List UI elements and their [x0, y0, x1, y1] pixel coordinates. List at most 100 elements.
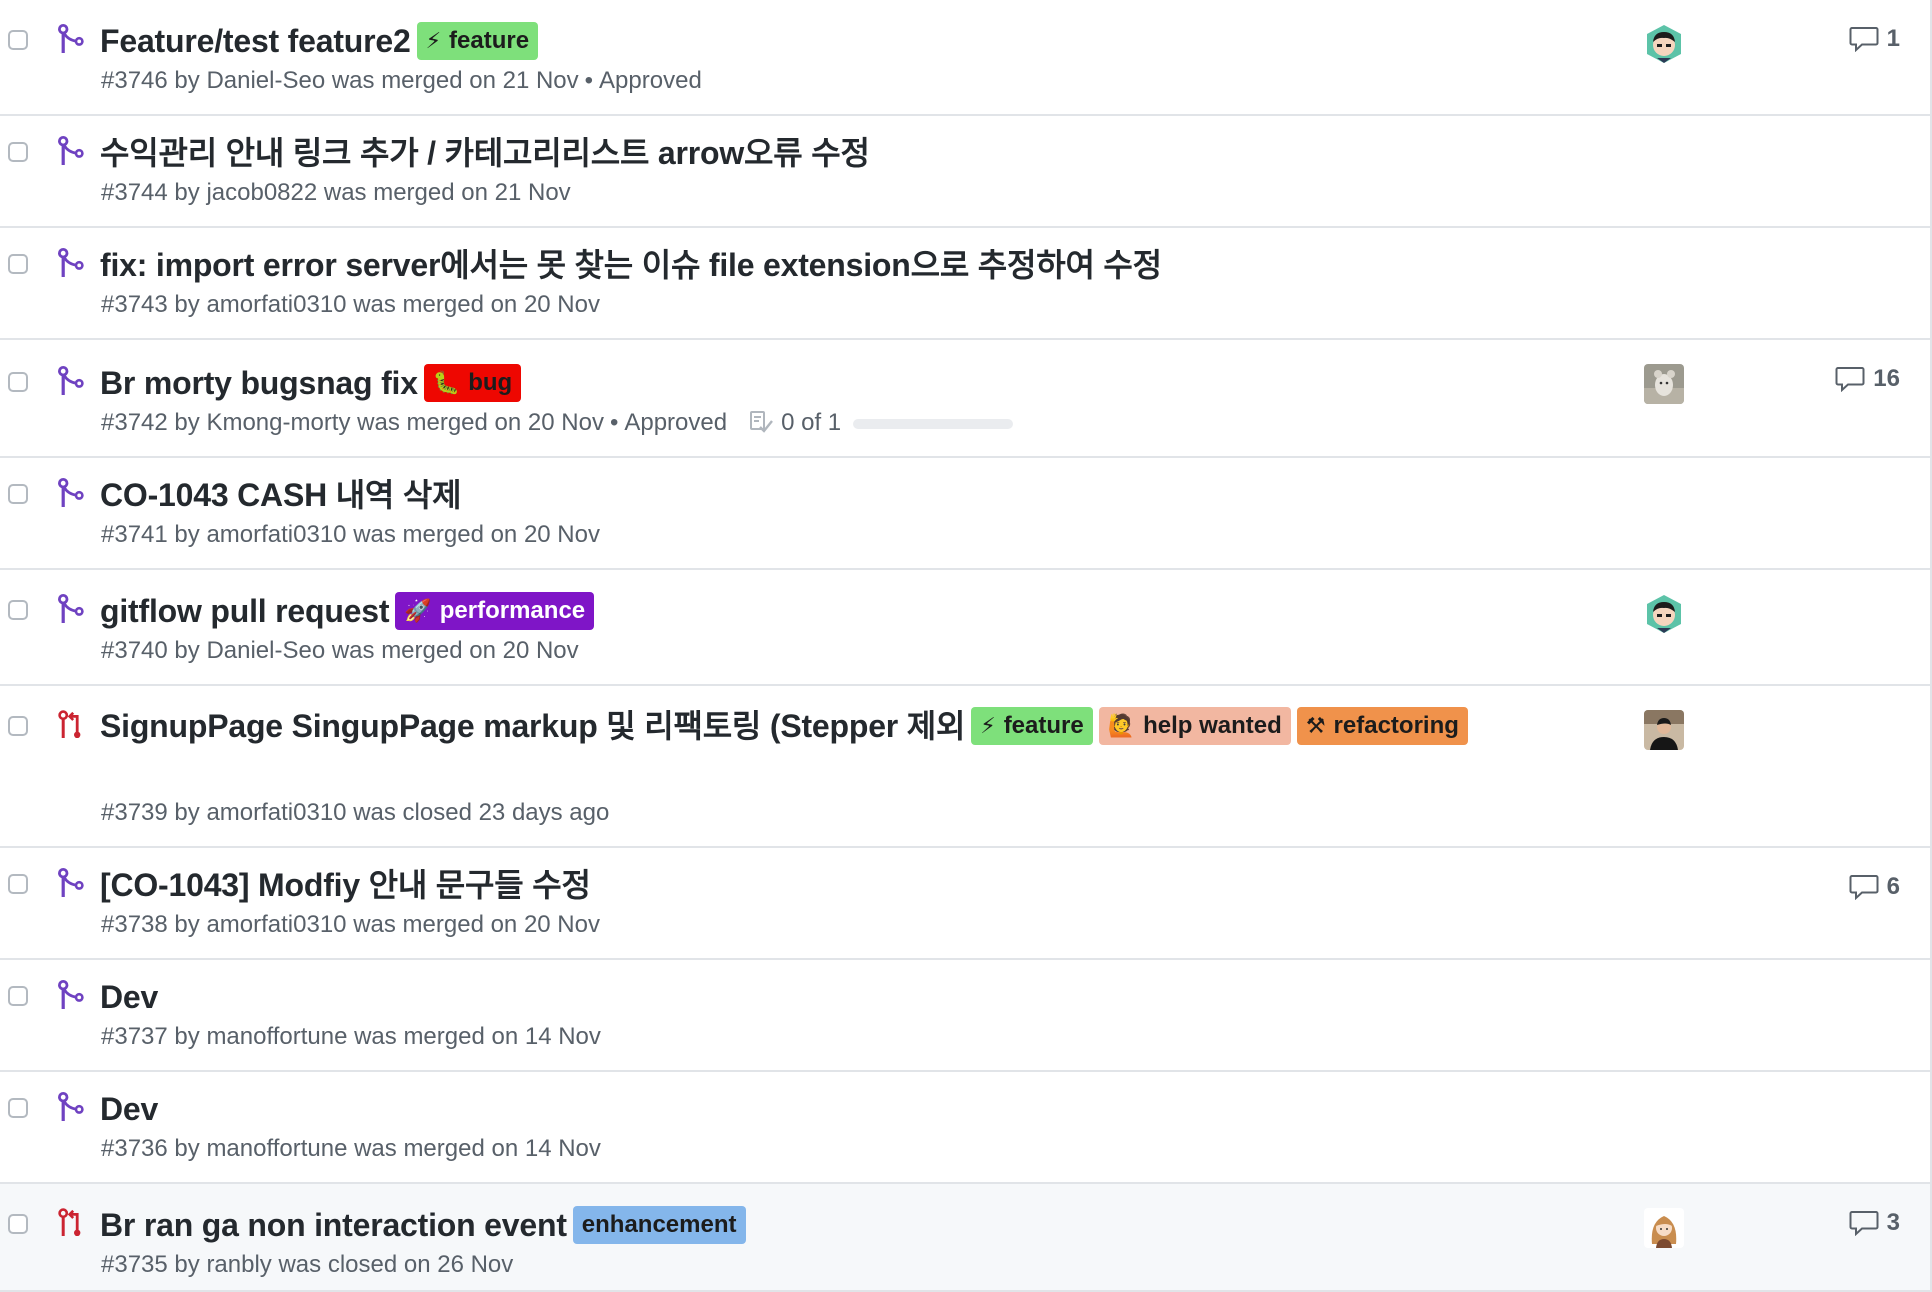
pull-request-title[interactable]: fix: import error server에서는 못 찾는 이슈 file…: [100, 247, 1162, 283]
select-checkbox[interactable]: [8, 600, 28, 620]
label-badge[interactable]: 🐛 bug: [423, 364, 522, 402]
pull-request-meta: by amorfati0310 was closed 23 days ago: [174, 799, 610, 826]
git-merge-icon: [57, 1091, 84, 1122]
pull-request-title[interactable]: SignupPage SingupPage markup 및 리팩토링 (Ste…: [100, 708, 965, 744]
pull-request-row[interactable]: Br morty bugsnag fix 🐛 bug #3742 by Kmong-m…: [0, 340, 1930, 458]
git-merge-icon: [57, 593, 84, 624]
pull-request-number: #3746: [101, 67, 168, 94]
pull-request-meta: by ranbly was closed on 26 Nov: [174, 1251, 514, 1278]
pull-request-row[interactable]: 수익관리 안내 링크 추가 / 카테고리리스트 arrow오류 수정 #3744 …: [0, 116, 1930, 228]
label-name: enhancement: [581, 1211, 737, 1238]
assignee-avatar[interactable]: [1644, 364, 1684, 404]
pull-request-title[interactable]: Dev: [100, 1091, 158, 1127]
pull-request-title[interactable]: [CO-1043] Modfiy 안내 문구들 수정: [100, 867, 591, 903]
label-emoji-icon: 🙋: [1107, 713, 1136, 738]
pull-request-number: #3739: [101, 799, 168, 826]
pull-request-row[interactable]: Dev #3736 by manoffortune was merged on 1…: [0, 1072, 1930, 1184]
comments-link[interactable]: 3: [1849, 1208, 1900, 1238]
pull-request-list: Feature/test feature2 ⚡ feature #3746 by Da…: [0, 0, 1932, 1292]
pull-request-meta: by manoffortune was merged on 14 Nov: [174, 1135, 601, 1162]
pull-request-number: #3736: [101, 1135, 168, 1162]
git-pull-request-closed-icon: [58, 710, 84, 740]
comment-count: 1: [1886, 25, 1900, 52]
comment-count: 3: [1886, 1209, 1900, 1236]
pull-request-title[interactable]: Feature/test feature2: [100, 23, 411, 59]
select-checkbox[interactable]: [8, 986, 28, 1006]
git-merge-icon: [57, 365, 84, 396]
comment-count: 6: [1886, 873, 1900, 900]
bullet-separator: •: [584, 67, 594, 94]
pull-request-title[interactable]: Br morty bugsnag fix: [100, 365, 418, 401]
comment-icon: [1849, 873, 1887, 901]
pull-request-row[interactable]: gitflow pull request 🚀 performance #3740 by…: [0, 570, 1930, 686]
label-badge[interactable]: enhancement: [572, 1206, 746, 1244]
comment-icon: [1849, 1209, 1887, 1237]
pull-request-title[interactable]: gitflow pull request: [100, 593, 390, 629]
label-badge[interactable]: ⚡ feature: [971, 707, 1093, 745]
pull-request-row[interactable]: fix: import error server에서는 못 찾는 이슈 file…: [0, 228, 1930, 340]
pull-request-number: #3740: [101, 637, 168, 664]
pull-request-number: #3735: [101, 1251, 168, 1278]
pull-request-meta: by Daniel-Seo was merged on 21 Nov: [174, 67, 579, 94]
pull-request-row[interactable]: SignupPage SingupPage markup 및 리팩토링 (Ste…: [0, 686, 1930, 848]
assignee-avatar[interactable]: [1644, 1208, 1684, 1248]
git-merge-icon: [57, 135, 84, 166]
comments-link[interactable]: 6: [1849, 872, 1900, 902]
comment-icon: [1835, 365, 1873, 393]
label-emoji-icon: ⚒: [1305, 713, 1326, 738]
pull-request-row[interactable]: Dev #3737 by manoffortune was merged on 1…: [0, 960, 1930, 1072]
task-progress: 0 of 1: [749, 408, 1014, 438]
label-badge[interactable]: ⚡ feature: [416, 22, 539, 60]
label-name: refactoring: [1333, 712, 1459, 739]
label-badge[interactable]: 🙋 help wanted: [1098, 707, 1291, 745]
comment-count: 16: [1873, 365, 1900, 392]
comments-link[interactable]: 16: [1835, 364, 1900, 394]
pull-request-row[interactable]: [CO-1043] Modfiy 안내 문구들 수정 #3738 by amorf…: [0, 848, 1930, 960]
pull-request-meta: by amorfati0310 was merged on 20 Nov: [174, 291, 600, 318]
pull-request-number: #3738: [101, 911, 168, 938]
label-badge[interactable]: ⚒ refactoring: [1296, 707, 1468, 745]
pull-request-number: #3737: [101, 1023, 168, 1050]
pull-request-row[interactable]: CO-1043 CASH 내역 삭제 #3741 by amorfati0310 …: [0, 458, 1930, 570]
git-merge-icon: [57, 979, 84, 1010]
select-checkbox[interactable]: [8, 1098, 28, 1118]
checklist-icon: [749, 409, 781, 436]
task-count: 0 of 1: [781, 409, 842, 436]
pull-request-meta: by amorfati0310 was merged on 20 Nov: [174, 911, 600, 938]
label-badge[interactable]: 🚀 performance: [395, 592, 595, 630]
label-emoji-icon: ⚡: [425, 28, 442, 53]
label-name: performance: [439, 597, 586, 624]
assignee-avatar[interactable]: [1644, 594, 1684, 634]
pull-request-title[interactable]: CO-1043 CASH 내역 삭제: [100, 477, 462, 513]
pull-request-meta: by jacob0822 was merged on 21 Nov: [174, 179, 571, 206]
pull-request-row[interactable]: Br ran ga non interaction event enhanceme…: [0, 1184, 1930, 1292]
git-merge-icon: [57, 247, 84, 278]
select-checkbox[interactable]: [8, 372, 28, 392]
select-checkbox[interactable]: [8, 716, 28, 736]
git-merge-icon: [57, 23, 84, 54]
select-checkbox[interactable]: [8, 30, 28, 50]
comments-link[interactable]: 1: [1849, 24, 1900, 54]
pull-request-title[interactable]: Dev: [100, 979, 158, 1015]
select-checkbox[interactable]: [8, 254, 28, 274]
label-emoji-icon: 🐛: [432, 370, 461, 395]
pull-request-title[interactable]: Br ran ga non interaction event: [100, 1207, 567, 1243]
assignee-avatar[interactable]: [1644, 24, 1684, 64]
pull-request-row[interactable]: Feature/test feature2 ⚡ feature #3746 by Da…: [0, 0, 1930, 116]
select-checkbox[interactable]: [8, 874, 28, 894]
select-checkbox[interactable]: [8, 484, 28, 504]
label-emoji-icon: 🚀: [404, 598, 432, 623]
pull-request-number: #3744: [101, 179, 168, 206]
git-merge-icon: [57, 867, 84, 898]
review-status[interactable]: Approved: [624, 409, 727, 436]
pull-request-number: #3743: [101, 291, 168, 318]
git-merge-icon: [57, 477, 84, 508]
select-checkbox[interactable]: [8, 1214, 28, 1234]
pull-request-number: #3741: [101, 521, 168, 548]
label-name: bug: [468, 369, 513, 396]
pull-request-title[interactable]: 수익관리 안내 링크 추가 / 카테고리리스트 arrow오류 수정: [100, 135, 870, 171]
assignee-avatar[interactable]: [1644, 710, 1684, 750]
comment-icon: [1849, 25, 1887, 53]
review-status[interactable]: Approved: [599, 67, 702, 94]
select-checkbox[interactable]: [8, 142, 28, 162]
